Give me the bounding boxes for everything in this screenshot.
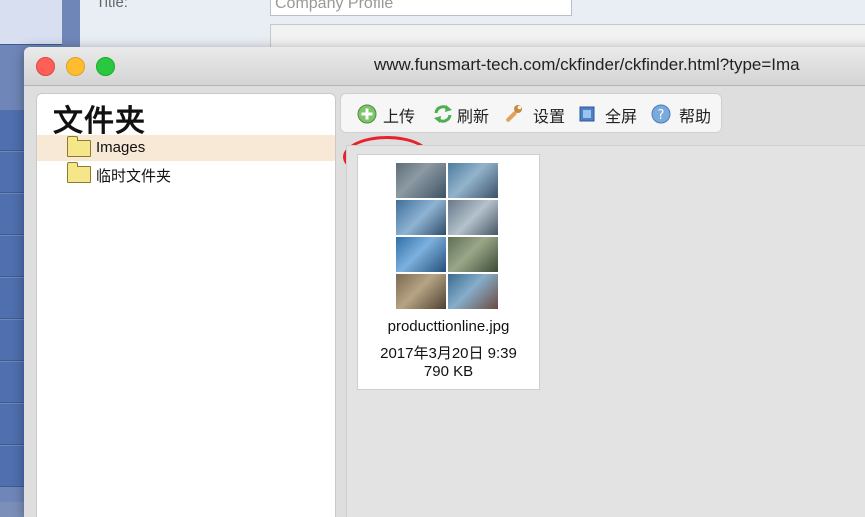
folder-item-temp[interactable]: 临时文件夹 [37, 161, 335, 187]
refresh-button[interactable]: 刷新 [433, 94, 497, 132]
wrench-icon [506, 105, 522, 122]
ckfinder-window: www.funsmart-tech.com/ckfinder/ckfinder.… [24, 47, 865, 517]
svg-text:?: ? [658, 108, 665, 123]
file-name: producttionline.jpg [387, 318, 510, 335]
refresh-label: 刷新 [457, 107, 490, 126]
close-window-button[interactable] [36, 57, 55, 76]
settings-label: 设置 [533, 107, 566, 126]
upload-button[interactable]: 上传 [357, 94, 427, 132]
file-card[interactable]: producttionline.jpg 2017年3月20日 9:39 790 … [357, 154, 540, 390]
window-url: www.funsmart-tech.com/ckfinder/ckfinder.… [374, 55, 800, 74]
background-title-input[interactable]: Company Profile [270, 0, 572, 16]
maximize-window-button[interactable] [96, 57, 115, 76]
help-icon: ? [651, 104, 671, 124]
file-thumbnail [396, 163, 500, 313]
folder-label: 临时文件夹 [96, 168, 172, 185]
thumbnail-photo [396, 163, 446, 198]
settings-button[interactable]: 设置 [503, 94, 569, 132]
folder-item-images[interactable]: Images [37, 135, 335, 161]
file-area: producttionline.jpg 2017年3月20日 9:39 790 … [346, 145, 865, 517]
folder-icon [67, 162, 91, 183]
fullscreen-icon [579, 106, 595, 122]
folder-label: Images [96, 139, 146, 156]
ckfinder-toolbar: 上传 刷新 设置 全屏 ? 帮助 [340, 93, 722, 133]
upload-label: 上传 [383, 107, 416, 126]
file-date: 2017年3月20日 9:39 [380, 345, 517, 362]
minimize-window-button[interactable] [66, 57, 85, 76]
background-title-label: Title: [96, 0, 128, 11]
file-size: 790 KB [423, 363, 474, 380]
fullscreen-button[interactable]: 全屏 [577, 94, 643, 132]
window-titlebar: www.funsmart-tech.com/ckfinder/ckfinder.… [24, 47, 865, 86]
refresh-icon [434, 105, 452, 123]
thumbnail-photo [448, 274, 498, 309]
thumbnail-photo [448, 237, 498, 272]
thumbnail-photo [396, 274, 446, 309]
folder-pane: 文件夹 Images 临时文件夹 [36, 93, 336, 517]
plus-circle-icon [357, 104, 377, 124]
thumbnail-photo [448, 163, 498, 198]
help-label: 帮助 [679, 107, 712, 126]
background-sidebar-tile [0, 0, 62, 45]
thumbnail-photo [396, 200, 446, 235]
thumbnail-photo [448, 200, 498, 235]
fullscreen-label: 全屏 [605, 107, 638, 126]
help-button[interactable]: ? 帮助 [651, 94, 715, 132]
folder-icon [67, 136, 91, 157]
thumbnail-photo [396, 237, 446, 272]
folder-pane-title: 文件夹 [53, 104, 146, 139]
